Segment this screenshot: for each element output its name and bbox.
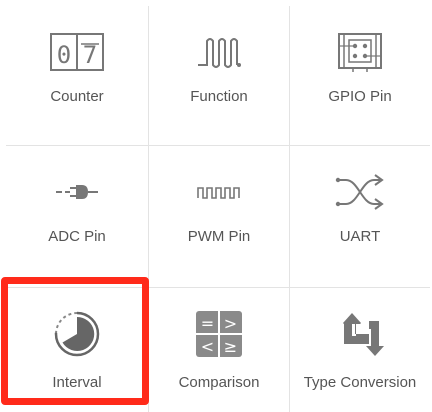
svg-text:<: < [201,337,214,356]
block-gpio-pin[interactable]: GPIO Pin [290,6,430,146]
block-label: UART [339,228,381,245]
svg-text:≥: ≥ [224,337,237,356]
svg-text:7: 7 [83,41,97,69]
block-label: ADC Pin [48,228,106,245]
block-interval[interactable]: Interval [6,288,149,412]
adc-pin-icon [47,168,107,216]
block-label: Interval [52,374,102,391]
svg-text:=: = [201,314,214,333]
block-label: Type Conversion [303,374,417,391]
block-type-conversion[interactable]: Type Conversion [290,288,430,412]
block-label: Comparison [178,374,260,391]
svg-text:0: 0 [57,41,71,69]
block-palette-grid: 0 7 Counter Function GPIO Pin ADC Pin PW… [6,6,430,412]
block-comparison[interactable]: = > < ≥ Comparison [149,288,290,412]
comparison-icon: = > < ≥ [189,310,249,358]
svg-text:>: > [224,314,237,333]
block-function[interactable]: Function [149,6,290,146]
block-adc-pin[interactable]: ADC Pin [6,146,149,288]
counter-icon: 0 7 [47,28,107,76]
pwm-pin-icon [189,168,249,216]
interval-icon [47,310,107,358]
gpio-pin-icon [330,28,390,76]
block-pwm-pin[interactable]: PWM Pin [149,146,290,288]
block-label: Counter [50,88,104,105]
type-conversion-icon [330,310,390,358]
uart-icon [330,168,390,216]
block-label: PWM Pin [187,228,251,245]
block-counter[interactable]: 0 7 Counter [6,6,149,146]
function-icon [189,28,249,76]
block-uart[interactable]: UART [290,146,430,288]
block-label: Function [190,88,248,105]
block-label: GPIO Pin [328,88,392,105]
